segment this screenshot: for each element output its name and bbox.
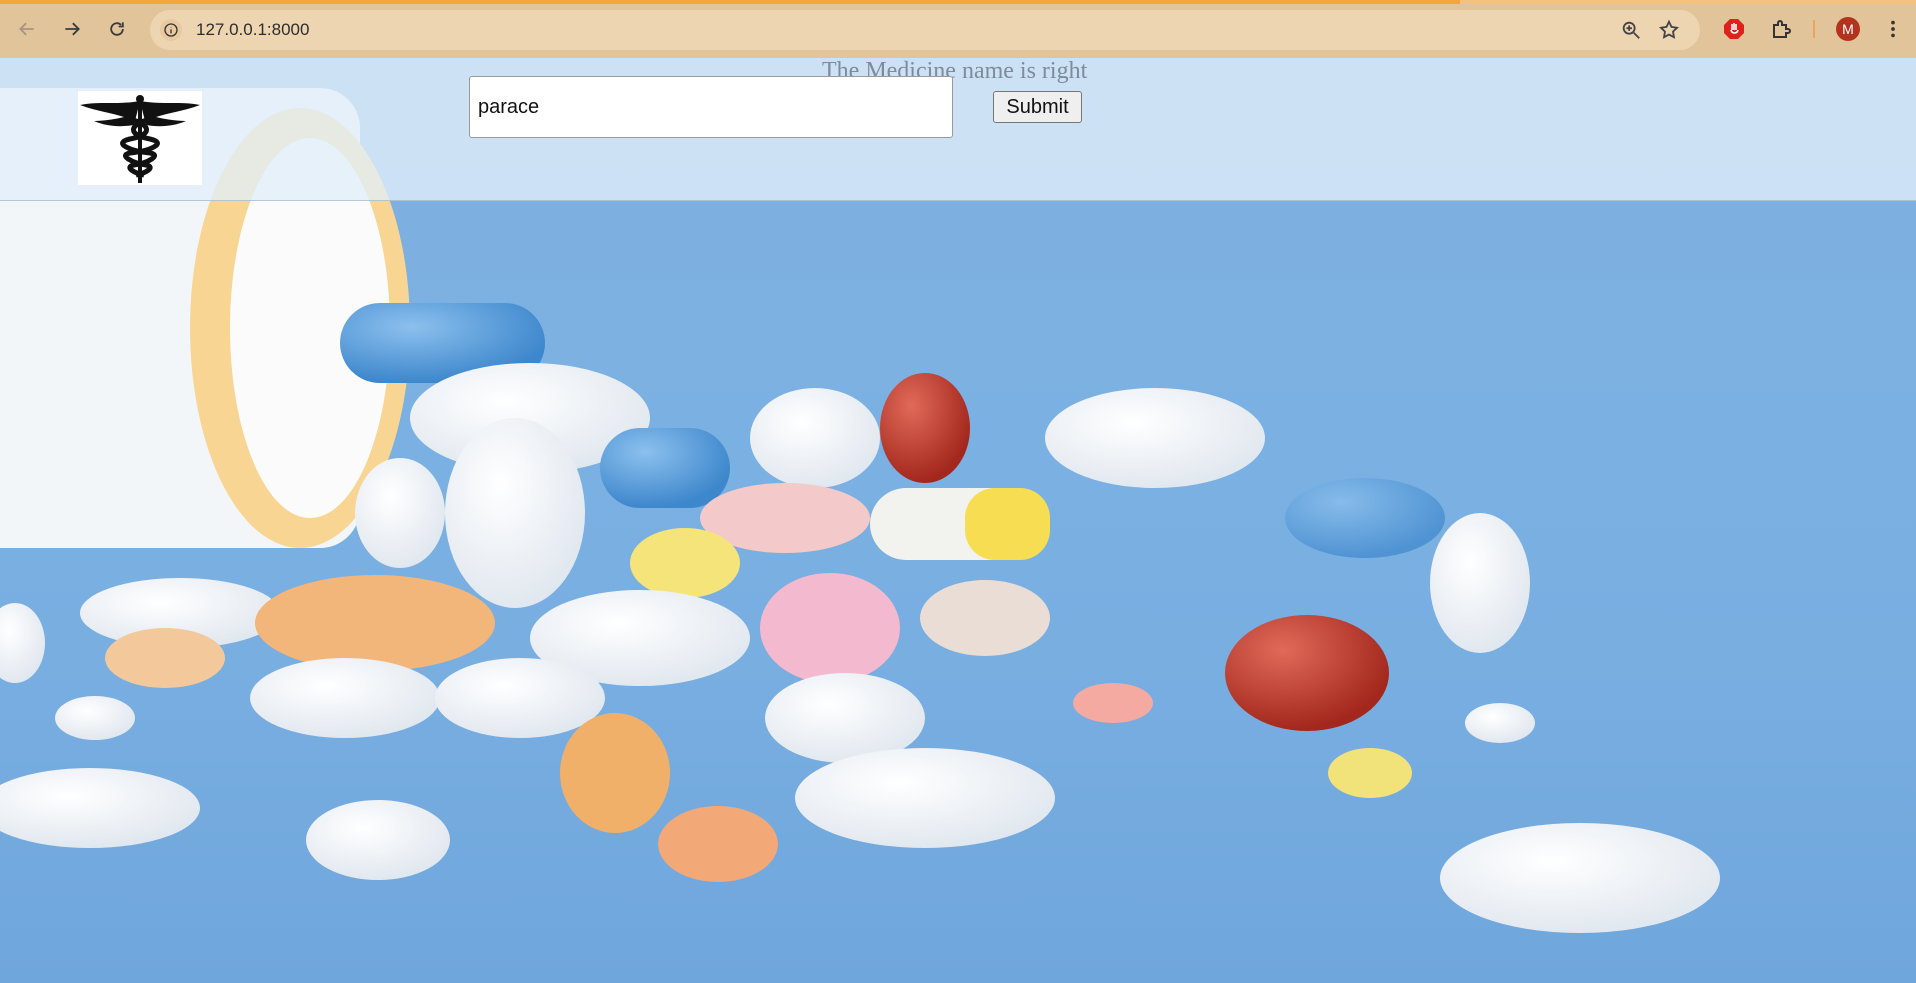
- pill-white: [445, 418, 585, 608]
- pill-red-large: [1225, 615, 1389, 731]
- pill-white-edge: [0, 603, 45, 683]
- pill-red: [880, 373, 970, 483]
- browser-toolbar: 127.0.0.1:8000 M: [0, 0, 1916, 58]
- page-load-progress: [0, 0, 1460, 4]
- medicine-search-input[interactable]: [469, 76, 953, 138]
- pill-yellow-half: [965, 488, 1050, 560]
- pill-blue-capsule: [600, 428, 730, 508]
- caduceus-icon: [80, 95, 200, 183]
- pill-white: [306, 800, 450, 880]
- bookmark-star-icon[interactable]: [1658, 19, 1680, 41]
- menu-kebab-icon[interactable]: [1880, 16, 1906, 42]
- toolbar-divider: [1813, 20, 1815, 38]
- pill-orange-capsule: [560, 713, 670, 833]
- extensions-puzzle-icon[interactable]: [1768, 16, 1794, 42]
- pill-peach: [105, 628, 225, 688]
- pill-orange: [255, 575, 495, 671]
- pill-white-small: [55, 696, 135, 740]
- pill-orange: [658, 806, 778, 882]
- pill-speckled: [920, 580, 1050, 656]
- adblock-extension-icon[interactable]: [1721, 16, 1747, 42]
- url-text[interactable]: 127.0.0.1:8000: [196, 20, 309, 40]
- pill-yellow-small: [1328, 748, 1412, 798]
- back-icon[interactable]: [13, 15, 41, 43]
- site-info-icon[interactable]: [160, 19, 182, 41]
- page-viewport: The Medicine name is right Submit: [0, 58, 1916, 983]
- address-bar[interactable]: 127.0.0.1:8000: [150, 10, 1700, 50]
- pill-blue-blur: [1285, 478, 1445, 558]
- pill-white-small: [1465, 703, 1535, 743]
- pill-white: [750, 388, 880, 488]
- submit-button[interactable]: Submit: [993, 91, 1082, 123]
- profile-avatar[interactable]: M: [1836, 17, 1860, 41]
- pill-white: [795, 748, 1055, 848]
- zoom-icon[interactable]: [1620, 19, 1642, 41]
- pill-salmon: [1073, 683, 1153, 723]
- page-header: The Medicine name is right Submit: [0, 58, 1916, 201]
- page-load-progress-track: [1460, 0, 1916, 4]
- pill-white: [435, 658, 605, 738]
- pill-white: [0, 768, 200, 848]
- pill-white: [1045, 388, 1265, 488]
- pill-white: [355, 458, 445, 568]
- pill-white: [1430, 513, 1530, 653]
- caduceus-logo: [78, 91, 202, 185]
- pill-yellow: [630, 528, 740, 598]
- reload-icon[interactable]: [103, 15, 131, 43]
- pill-white: [250, 658, 440, 738]
- pill-white: [1440, 823, 1720, 933]
- pill-pink-oval: [760, 573, 900, 683]
- forward-icon[interactable]: [58, 15, 86, 43]
